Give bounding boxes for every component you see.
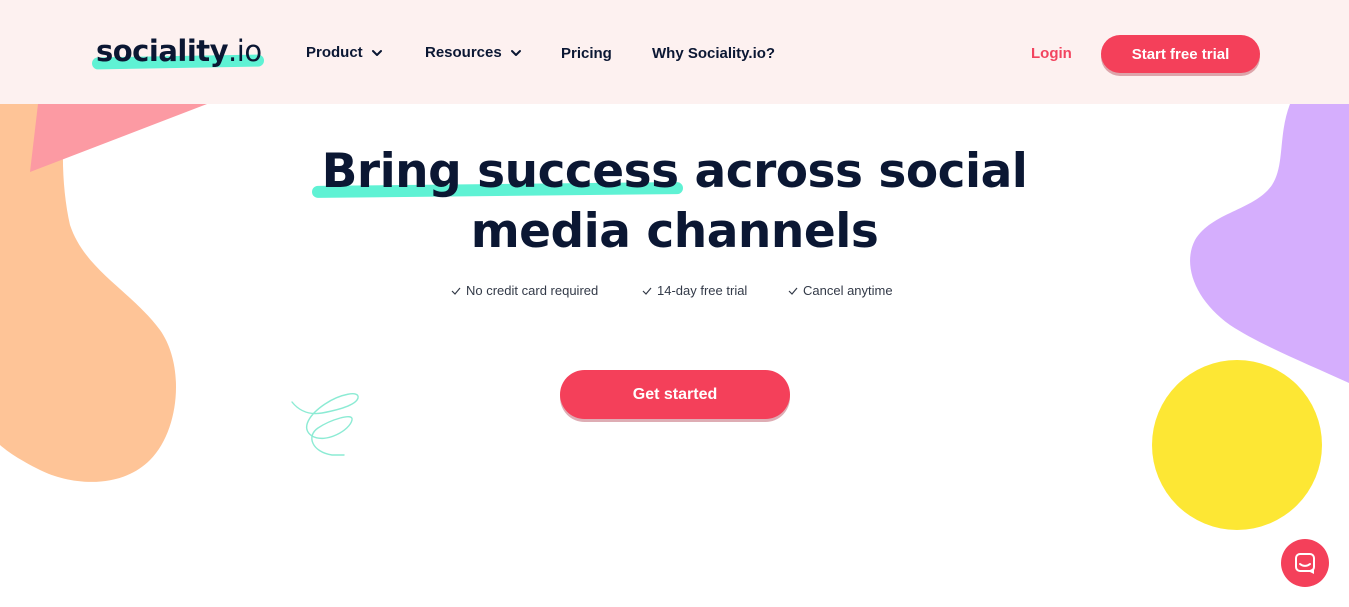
nav-item-resources[interactable]: Resources (425, 44, 522, 61)
benefit-item: Cancel anytime (788, 283, 893, 298)
nav-item-label: Resources (425, 44, 502, 61)
check-icon (788, 287, 798, 295)
logo[interactable]: sociality.io (91, 34, 265, 74)
nav-item-label: Why Sociality.io? (652, 45, 776, 62)
hero-title: Bring success across social media channe… (0, 142, 1349, 262)
get-started-button[interactable]: Get started (560, 370, 790, 419)
benefit-label: Cancel anytime (803, 283, 893, 298)
check-icon (642, 287, 652, 295)
nav-item-why-sociality[interactable]: Why Sociality.io? (652, 45, 775, 62)
logo-main-text: sociality (96, 34, 229, 68)
benefit-item: 14-day free trial (642, 283, 747, 298)
chat-icon (1295, 553, 1315, 574)
login-link[interactable]: Login (1031, 45, 1072, 62)
hero-title-line2: media channels (470, 204, 879, 259)
benefit-label: 14-day free trial (657, 283, 748, 298)
squiggle-shape (291, 393, 359, 456)
benefit-label: No credit card required (466, 283, 599, 298)
yellow-circle-shape (1152, 360, 1322, 530)
check-icon (451, 287, 461, 295)
hero-title-highlight: Bring success (311, 142, 683, 202)
hero-title-line1-rest: across social (678, 144, 1028, 199)
benefit-item: No credit card required (451, 283, 598, 298)
nav-item-pricing[interactable]: Pricing (561, 45, 612, 62)
chevron-down-icon (510, 49, 521, 56)
start-free-trial-button[interactable]: Start free trial (1101, 35, 1260, 73)
logo-tld-text: .io (228, 34, 262, 68)
nav-item-label: Product (306, 44, 363, 61)
site-header: sociality.io Product Resources Pricing W… (0, 0, 1349, 104)
chat-launcher-button[interactable] (1281, 539, 1329, 587)
nav-item-product[interactable]: Product (306, 44, 383, 61)
chevron-down-icon (371, 49, 382, 56)
nav-item-label: Pricing (561, 45, 612, 62)
hero-title-highlight-text: Bring success (321, 144, 680, 199)
